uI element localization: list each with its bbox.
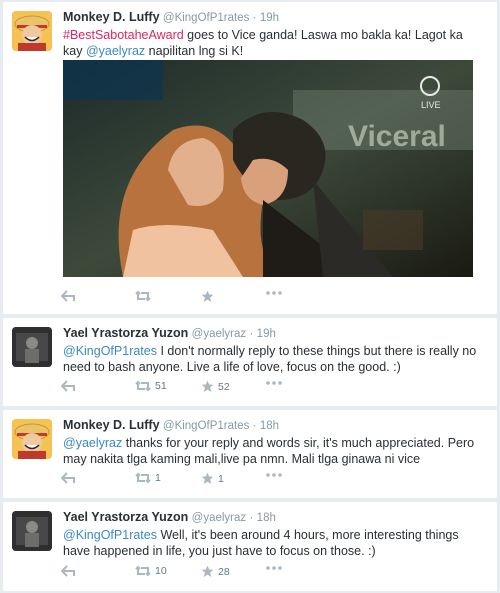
tweet-header: Yael Yrastorza Yuzon @yaelyraz · 19h [63,326,276,340]
reply-button[interactable] [61,290,75,302]
hashtag-link[interactable]: #BestSabotaheAward [63,28,184,42]
screen-text: Viceral [348,120,446,153]
tweet[interactable]: Yael Yrastorza Yuzon @yaelyraz · 19h @Ki… [3,318,497,406]
favorite-button[interactable]: 28 [201,565,230,578]
tweet-feed: Monkey D. Luffy @KingOfP1rates · 19h #Be… [0,0,500,593]
user-handle[interactable]: @yaelyraz [192,328,247,340]
user-name[interactable]: Yael Yrastorza Yuzon [63,510,188,524]
retweet-count: 1 [155,472,161,484]
tweet-header: Monkey D. Luffy @KingOfP1rates · 18h [63,418,279,432]
timestamp[interactable]: 18h [260,420,279,432]
timestamp[interactable]: 19h [260,12,279,24]
star-icon [201,380,214,393]
more-button[interactable] [266,290,282,296]
tweet-media-image[interactable]: Viceral LIVE [63,60,473,277]
tweet-header: Yael Yrastorza Yuzon @yaelyraz · 18h [63,510,276,524]
star-icon [201,565,214,578]
more-button[interactable] [266,472,282,478]
reply-icon [61,290,75,302]
more-button[interactable] [266,380,282,386]
tweet-actions [61,290,321,308]
tweet-text: @KingOfP1rates Well, it's been around 4 … [63,527,483,559]
star-icon [201,472,214,485]
avatar[interactable] [12,419,52,459]
separator: · [249,512,254,524]
retweet-icon [135,380,151,392]
separator: · [252,420,257,432]
retweet-count: 10 [155,565,167,577]
user-handle[interactable]: @KingOfP1rates [163,420,249,432]
mention-link[interactable]: @KingOfP1rates [63,528,157,542]
retweet-count: 51 [155,380,167,392]
tweet-text: @yaelyraz thanks for your reply and word… [63,435,483,467]
star-icon [201,290,214,303]
user-handle[interactable]: @KingOfP1rates [163,12,249,24]
user-name[interactable]: Monkey D. Luffy [63,10,160,24]
tweet-actions: 10 28 [61,565,321,583]
favorite-count: 1 [218,472,224,485]
separator: · [252,12,257,24]
user-name[interactable]: Monkey D. Luffy [63,418,160,432]
more-icon [266,473,282,477]
more-icon [266,566,282,570]
reply-icon [61,472,75,484]
tweet[interactable]: Monkey D. Luffy @KingOfP1rates · 18h @ya… [3,410,497,498]
retweet-icon [135,472,151,484]
favorite-button[interactable]: 1 [201,472,224,485]
more-icon [266,291,282,295]
tweet[interactable]: Monkey D. Luffy @KingOfP1rates · 19h #Be… [3,2,497,314]
retweet-button[interactable]: 1 [135,472,161,484]
reply-button[interactable] [61,565,75,577]
tweet-actions: 1 1 [61,472,321,490]
tweet-text: #BestSabotaheAward goes to Vice ganda! L… [63,27,483,59]
mention-link[interactable]: @KingOfP1rates [63,344,157,358]
tweet-text: @KingOfP1rates I don't normally reply to… [63,343,483,375]
mention-link[interactable]: @yaelyraz [86,44,145,58]
reply-button[interactable] [61,472,75,484]
tweet-header: Monkey D. Luffy @KingOfP1rates · 19h [63,10,279,24]
user-handle[interactable]: @yaelyraz [192,512,247,524]
timestamp[interactable]: 19h [257,328,276,340]
tweet[interactable]: Yael Yrastorza Yuzon @yaelyraz · 18h @Ki… [3,502,497,591]
timestamp[interactable]: 18h [257,512,276,524]
tweet-actions: 51 52 [61,380,321,398]
avatar[interactable] [12,511,52,551]
reply-icon [61,380,75,392]
retweet-icon [135,565,151,577]
separator: · [249,328,254,340]
avatar[interactable] [12,327,52,367]
user-name[interactable]: Yael Yrastorza Yuzon [63,326,188,340]
retweet-icon [135,290,151,302]
tweet-text-part: thanks for your reply and words sir, it'… [63,436,475,466]
retweet-button[interactable]: 10 [135,565,167,577]
retweet-button[interactable] [135,290,155,302]
favorite-count: 28 [218,565,230,578]
avatar[interactable] [12,11,52,51]
tweet-text-part: napilitan lng si K! [145,44,244,58]
reply-button[interactable] [61,380,75,392]
favorite-button[interactable]: 52 [201,380,230,393]
favorite-count: 52 [218,380,230,393]
mention-link[interactable]: @yaelyraz [63,436,122,450]
live-watermark: LIVE [421,100,441,110]
retweet-button[interactable]: 51 [135,380,167,392]
reply-icon [61,565,75,577]
more-icon [266,381,282,385]
more-button[interactable] [266,565,282,571]
favorite-button[interactable] [201,290,218,303]
